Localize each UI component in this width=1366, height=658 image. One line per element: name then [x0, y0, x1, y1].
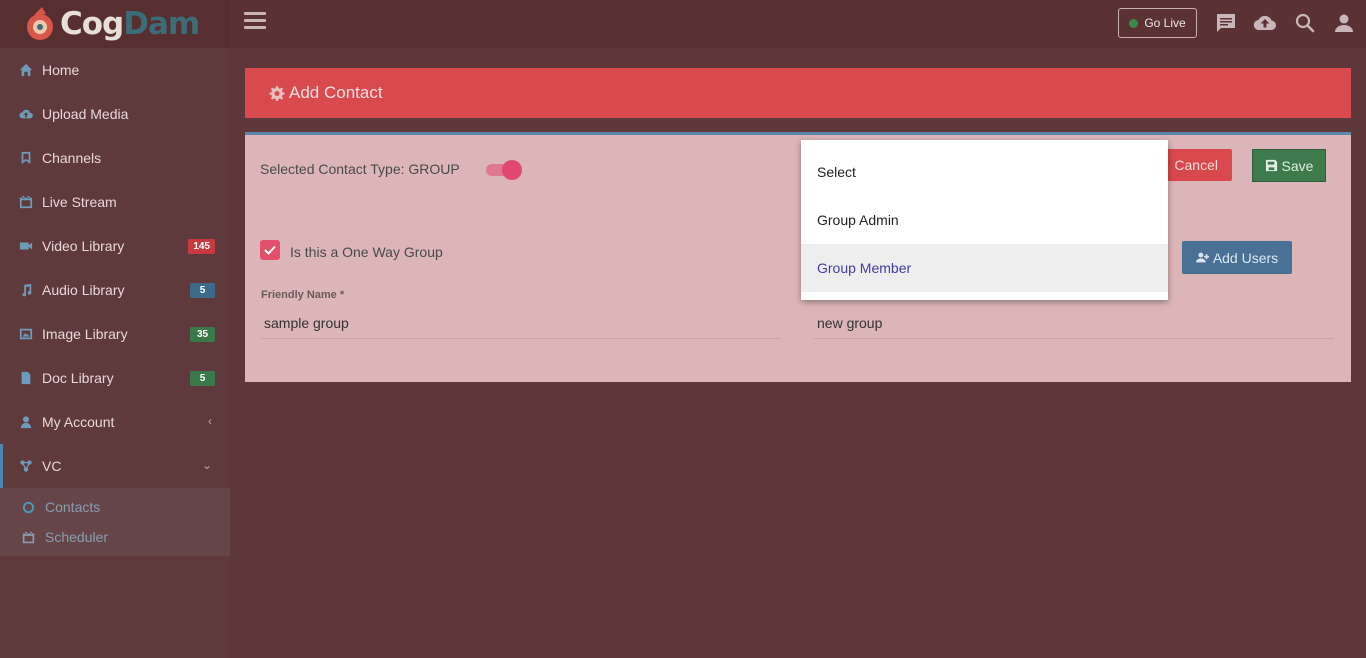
friendly-name-input[interactable]: sample group	[261, 312, 781, 339]
dropdown-option-group-member[interactable]: Group Member	[801, 244, 1168, 292]
cloud-upload-icon[interactable]	[1252, 11, 1278, 35]
friendly-name-label: Friendly Name *	[261, 289, 345, 301]
sidebar-item-label: VC	[42, 458, 62, 474]
calendar-icon	[18, 194, 34, 210]
one-way-group-label: Is this a One Way Group	[290, 244, 443, 260]
sidebar-item-label: Channels	[42, 150, 102, 166]
card-header: Add Contact	[245, 68, 1351, 118]
music-icon	[18, 282, 34, 298]
status-dot-icon	[1129, 18, 1139, 28]
hamburger-menu-icon[interactable]	[244, 12, 266, 32]
submenu-item-label: Scheduler	[45, 529, 109, 545]
submenu-item-contacts[interactable]: Contacts	[0, 492, 230, 522]
add-users-button[interactable]: Add Users	[1182, 241, 1292, 274]
sidebar-item-home[interactable]: Home	[0, 48, 230, 92]
topbar: Go Live	[230, 0, 1366, 48]
search-icon[interactable]	[1293, 11, 1317, 35]
bookmark-icon	[18, 150, 34, 166]
chat-icon[interactable]	[1214, 11, 1238, 35]
sidebar-item-label: My Account	[42, 414, 115, 430]
sidebar-item-label: Video Library	[42, 238, 125, 254]
file-icon	[18, 370, 34, 386]
sidebar: CogDam Home Upload Media Channels Live S…	[0, 0, 230, 658]
sidebar-item-label: Live Stream	[42, 194, 117, 210]
vc-submenu: Contacts Scheduler	[0, 488, 230, 556]
sidebar-item-image-library[interactable]: Image Library 35	[0, 312, 230, 356]
checkmark-icon	[264, 245, 276, 255]
add-users-label: Add Users	[1212, 249, 1279, 266]
image-icon	[18, 326, 34, 342]
circle-icon	[20, 499, 36, 515]
sidebar-item-live-stream[interactable]: Live Stream	[0, 180, 230, 224]
brand-name: CogDam	[60, 6, 200, 42]
group-name-input[interactable]: new group	[814, 312, 1334, 339]
go-live-button[interactable]: Go Live	[1118, 8, 1197, 38]
user-icon	[18, 414, 34, 430]
calendar-icon	[20, 529, 36, 545]
cloud-upload-icon	[18, 106, 34, 122]
sidebar-item-label: Upload Media	[42, 106, 129, 122]
network-icon	[18, 458, 34, 474]
video-icon	[18, 238, 34, 254]
user-profile-icon[interactable]	[1332, 11, 1356, 35]
home-icon	[18, 62, 34, 78]
role-dropdown-menu: Select Group Admin Group Member	[801, 140, 1168, 300]
sidebar-item-channels[interactable]: Channels	[0, 136, 230, 180]
sidebar-item-video-library[interactable]: Video Library 145	[0, 224, 230, 268]
chevron-down-icon: ⌄	[201, 458, 212, 472]
dropdown-option-select[interactable]: Select	[801, 148, 1168, 196]
sidebar-item-label: Audio Library	[42, 282, 125, 298]
sidebar-item-vc[interactable]: VC ⌄	[0, 444, 230, 488]
gear-icon	[269, 85, 285, 101]
floppy-disk-icon	[1265, 159, 1277, 172]
add-user-icon	[1195, 252, 1209, 263]
submenu-item-scheduler[interactable]: Scheduler	[0, 522, 230, 552]
sidebar-item-audio-library[interactable]: Audio Library 5	[0, 268, 230, 312]
sidebar-item-upload-media[interactable]: Upload Media	[0, 92, 230, 136]
one-way-group-checkbox[interactable]	[260, 240, 280, 260]
logo[interactable]: CogDam	[0, 0, 230, 48]
sidebar-item-doc-library[interactable]: Doc Library 5	[0, 356, 230, 400]
count-badge: 35	[190, 327, 215, 342]
chevron-left-icon: ‹	[208, 414, 212, 428]
contact-type-label: Selected Contact Type: GROUP	[260, 161, 460, 177]
go-live-label: Go Live	[1144, 16, 1186, 30]
count-badge: 145	[188, 239, 215, 254]
contact-type-toggle[interactable]	[486, 160, 522, 180]
page-title: Add Contact	[289, 83, 383, 102]
count-badge: 5	[190, 371, 215, 386]
submenu-item-label: Contacts	[45, 499, 101, 515]
sidebar-item-my-account[interactable]: My Account ‹	[0, 400, 230, 444]
form-card: Selected Contact Type: GROUP Cancel Save…	[245, 132, 1351, 382]
logo-icon	[20, 5, 58, 43]
save-label: Save	[1281, 157, 1314, 174]
count-badge: 5	[190, 283, 215, 298]
sidebar-item-label: Home	[42, 62, 80, 78]
dropdown-option-group-admin[interactable]: Group Admin	[801, 196, 1168, 244]
cancel-label: Cancel	[1174, 157, 1218, 173]
sidebar-item-label: Image Library	[42, 326, 128, 342]
sidebar-item-label: Doc Library	[42, 370, 114, 386]
save-button[interactable]: Save	[1252, 149, 1326, 182]
